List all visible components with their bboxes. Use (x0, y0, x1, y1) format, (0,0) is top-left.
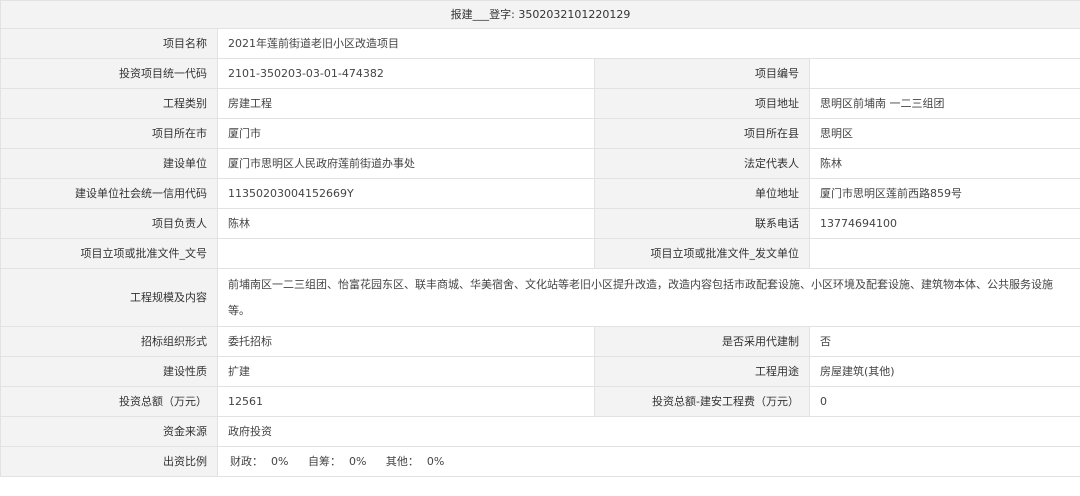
registration-code: 3502032101220129 (518, 7, 631, 21)
scale-label: 工程规模及内容 (0, 268, 218, 327)
usage-label: 工程用途 (594, 356, 810, 387)
leader-value: 陈林 (217, 208, 595, 239)
ratio-other-label: 其他： (385, 454, 419, 468)
approval-unit-label: 项目立项或批准文件_发文单位 (594, 238, 810, 269)
ratio-value: 财政： 0% 自筹： 0% 其他： 0% (216, 446, 1080, 477)
ratio-other-value: 0% (426, 454, 445, 468)
project-number-label: 项目编号 (594, 58, 810, 89)
table-row: 工程类别 房建工程 项目地址 思明区前埔南 一二三组团 (0, 88, 1080, 119)
scale-value: 前埔南区一二三组团、怡富花园东区、联丰商城、华美宿舍、文化站等老旧小区提升改造，… (216, 268, 1080, 327)
credit-code-value: 11350203004152669Y (217, 178, 595, 209)
project-address-value: 思明区前埔南 一二三组团 (808, 88, 1080, 119)
table-row: 出资比例 财政： 0% 自筹： 0% 其他： 0% (0, 446, 1080, 477)
table-row: 投资总额（万元） 12561 投资总额-建安工程费（万元） 0 (0, 386, 1080, 417)
ratio-label: 出资比例 (0, 446, 218, 477)
registration-header-row: 报建___登字: 3502032101220129 (0, 0, 1080, 29)
invest-code-label: 投资项目统一代码 (0, 58, 218, 89)
ratio-self-value: 0% (348, 454, 367, 468)
table-row: 项目负责人 陈林 联系电话 13774694100 (0, 208, 1080, 239)
bidding-value: 委托招标 (217, 326, 595, 357)
table-row: 建设单位社会统一信用代码 11350203004152669Y 单位地址 厦门市… (0, 178, 1080, 209)
county-label: 项目所在县 (594, 118, 810, 149)
fund-source-label: 资金来源 (0, 416, 218, 447)
table-row: 工程规模及内容 前埔南区一二三组团、怡富花园东区、联丰商城、华美宿舍、文化站等老… (0, 268, 1080, 327)
city-label: 项目所在市 (0, 118, 218, 149)
table-row: 投资项目统一代码 2101-350203-03-01-474382 项目编号 (0, 58, 1080, 89)
approval-doc-value (217, 238, 595, 269)
table-row: 招标组织形式 委托招标 是否采用代建制 否 (0, 326, 1080, 357)
table-row: 项目所在市 厦门市 项目所在县 思明区 (0, 118, 1080, 149)
ratio-finance-value: 0% (271, 454, 289, 468)
project-name-label: 项目名称 (0, 28, 218, 59)
project-number-value (808, 58, 1080, 89)
fund-source-value: 政府投资 (216, 416, 1080, 447)
phone-value: 13774694100 (808, 208, 1080, 239)
agent-label: 是否采用代建制 (594, 326, 810, 357)
leader-label: 项目负责人 (0, 208, 218, 239)
project-type-value: 房建工程 (217, 88, 595, 119)
ratio-self-label: 自筹： (307, 454, 341, 468)
project-address-label: 项目地址 (594, 88, 810, 119)
table-row: 建设单位 厦门市思明区人民政府莲前街道办事处 法定代表人 陈林 (0, 148, 1080, 179)
builder-value: 厦门市思明区人民政府莲前街道办事处 (217, 148, 595, 179)
bidding-label: 招标组织形式 (0, 326, 218, 357)
table-row: 项目名称 2021年莲前街道老旧小区改造项目 (0, 28, 1080, 59)
legal-rep-label: 法定代表人 (594, 148, 810, 179)
invest-total-label: 投资总额（万元） (0, 386, 218, 417)
invest-build-value: 0 (808, 386, 1080, 417)
table-row: 建设性质 扩建 工程用途 房屋建筑(其他) (0, 356, 1080, 387)
ratio-finance-label: 财政： (230, 454, 263, 468)
project-info-table: 报建___登字: 3502032101220129 项目名称 2021年莲前街道… (0, 0, 1080, 477)
unit-address-label: 单位地址 (594, 178, 810, 209)
invest-code-value: 2101-350203-03-01-474382 (217, 58, 595, 89)
nature-label: 建设性质 (0, 356, 218, 387)
project-type-label: 工程类别 (0, 88, 218, 119)
registration-header-label: 报建___登字: (450, 7, 515, 21)
approval-doc-label: 项目立项或批准文件_文号 (0, 238, 218, 269)
credit-code-label: 建设单位社会统一信用代码 (0, 178, 218, 209)
approval-unit-value (808, 238, 1080, 269)
phone-label: 联系电话 (594, 208, 810, 239)
table-row: 资金来源 政府投资 (0, 416, 1080, 447)
agent-value: 否 (808, 326, 1080, 357)
builder-label: 建设单位 (0, 148, 218, 179)
ratio-other: 其他： 0% (386, 452, 448, 472)
registration-header: 报建___登字: 3502032101220129 (0, 0, 1080, 29)
usage-value: 房屋建筑(其他) (808, 356, 1080, 387)
nature-value: 扩建 (217, 356, 595, 387)
ratio-self: 自筹： 0% (308, 452, 370, 472)
ratio-finance: 财政： 0% (230, 452, 292, 472)
unit-address-value: 厦门市思明区莲前西路859号 (808, 178, 1080, 209)
invest-total-value: 12561 (217, 386, 595, 417)
city-value: 厦门市 (217, 118, 595, 149)
table-row: 项目立项或批准文件_文号 项目立项或批准文件_发文单位 (0, 238, 1080, 269)
county-value: 思明区 (808, 118, 1080, 149)
legal-rep-value: 陈林 (808, 148, 1080, 179)
project-name-value: 2021年莲前街道老旧小区改造项目 (216, 28, 1080, 59)
invest-build-label: 投资总额-建安工程费（万元） (594, 386, 810, 417)
